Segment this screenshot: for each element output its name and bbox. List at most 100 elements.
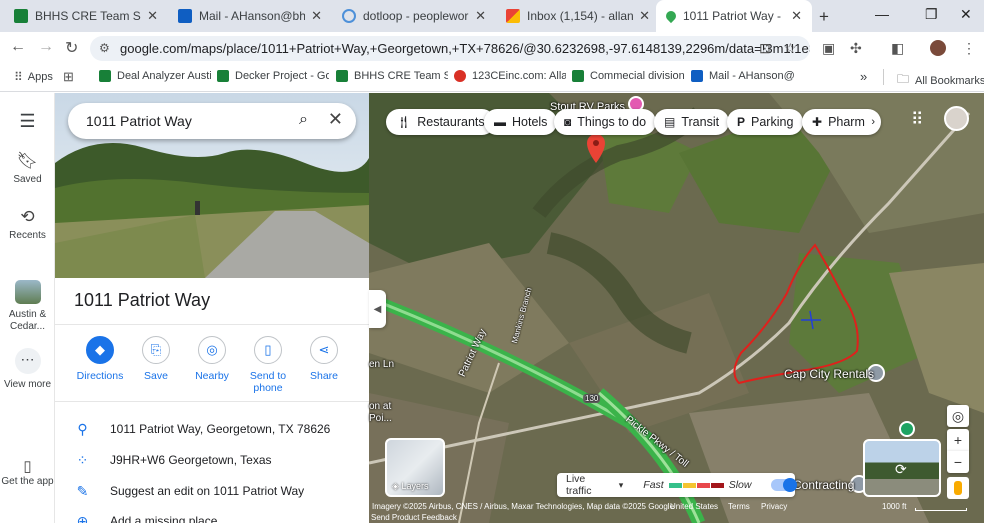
tab-google-maps[interactable]: 1011 Patriot Way - Google ✕ <box>656 0 812 32</box>
suggest-edit-row[interactable]: ✎ Suggest an edit on 1011 Patriot Way <box>55 477 369 505</box>
chip-parking[interactable]: P Parking <box>727 109 804 135</box>
close-tab-icon[interactable]: ✕ <box>791 8 802 24</box>
close-tab-icon[interactable]: ✕ <box>311 8 322 24</box>
browser-menu-icon[interactable]: ⋮ <box>962 40 976 57</box>
privacy-link[interactable]: Privacy <box>761 502 787 511</box>
search-input[interactable]: 1011 Patriot Way <box>86 113 192 129</box>
folder-icon: 🗀 <box>897 72 910 86</box>
send-to-phone-button[interactable]: ▯ Send to phone <box>240 336 296 394</box>
close-window-button[interactable]: ✕ <box>960 6 972 23</box>
sheets-favicon-icon <box>572 70 584 82</box>
extensions-icon[interactable]: ✣ <box>850 40 862 57</box>
rail-view-more[interactable]: ⋯ View more <box>0 348 55 391</box>
search-icon[interactable]: ⌕ <box>299 111 308 129</box>
plus-code-row[interactable]: ⁘ J9HR+W6 Georgetown, Texas <box>55 446 369 474</box>
rail-recents[interactable]: ⟲ Recents <box>0 207 55 241</box>
tab-dotloop[interactable]: dotloop - peoplework, not ✕ <box>332 0 496 32</box>
new-tab-button[interactable]: + <box>819 7 829 27</box>
install-app-icon[interactable]: ⊡ <box>759 40 771 57</box>
send-feedback-link[interactable]: Send Product Feedback <box>371 513 457 522</box>
rail-get-app[interactable]: ▯ Get the app <box>0 459 55 488</box>
pegman-button[interactable] <box>947 477 969 499</box>
chip-pharmacy[interactable]: ✚ Pharm › <box>802 109 881 135</box>
all-bookmarks-button[interactable]: 🗀 All Bookmarks <box>897 70 984 91</box>
zoom-out-button[interactable]: − <box>947 451 969 473</box>
directions-button[interactable]: ◆ Directions <box>72 336 128 382</box>
pegman-icon <box>954 481 962 495</box>
rail-label: Get the app <box>1 476 54 487</box>
chip-things-to-do[interactable]: ◙ Things to do <box>554 109 657 135</box>
profile-avatar[interactable] <box>930 40 946 56</box>
traffic-toggle[interactable] <box>771 478 797 492</box>
tab-bhhs-sales[interactable]: BHHS CRE Team Sales Tra ✕ <box>4 0 168 32</box>
reload-button[interactable]: ↻ <box>65 38 78 58</box>
layers-button[interactable]: ◈ Layers <box>385 438 445 497</box>
restore-button[interactable]: ❐ <box>925 6 938 23</box>
minimize-button[interactable]: — <box>875 6 889 22</box>
map-label[interactable]: Contracting <box>793 478 854 492</box>
bookmark-deal-analyzer[interactable]: Deal Analyzer Austi... <box>99 70 211 82</box>
chip-transit[interactable]: ▤ Transit <box>654 109 730 135</box>
address-bar[interactable]: ⚙ google.com/maps/place/1011+Patriot+Way… <box>90 36 810 61</box>
browser-tab-bar: BHHS CRE Team Sales Tra ✕ Mail - AHanson… <box>0 0 984 32</box>
outlook-favicon-icon <box>691 70 703 82</box>
rail-saved[interactable]: 🔖︎ Saved <box>0 151 55 185</box>
united-states-link[interactable]: United States <box>670 502 718 511</box>
account-avatar[interactable] <box>944 106 969 131</box>
street-view-preview[interactable]: ⟳ <box>863 439 941 497</box>
close-tab-icon[interactable]: ✕ <box>147 8 158 24</box>
back-button[interactable]: ← <box>10 38 26 56</box>
bookmark-bhhs-cre[interactable]: BHHS CRE Team Sal... <box>336 70 448 82</box>
menu-hamburger-icon[interactable]: ☰ <box>0 111 55 132</box>
apps-bookmark[interactable]: ⠿ Apps <box>14 70 53 84</box>
dropdown-arrow-icon[interactable]: ▾ <box>619 480 624 491</box>
address-row[interactable]: ⚲ 1011 Patriot Way, Georgetown, TX 78626 <box>55 415 369 443</box>
chip-hotels[interactable]: ▬ Hotels <box>484 109 558 135</box>
my-location-button[interactable]: ◎ <box>947 405 969 427</box>
side-panel-icon[interactable]: ◧ <box>891 40 904 57</box>
collapse-panel-button[interactable]: ◀ <box>369 290 386 328</box>
tab-mail[interactable]: Mail - AHanson@bhhstx.co ✕ <box>168 0 332 32</box>
tab-gmail[interactable]: Inbox (1,154) - allanwhans ✕ <box>496 0 660 32</box>
chip-label: Parking <box>751 115 794 129</box>
dotloop-favicon-icon <box>342 9 356 23</box>
forward-button[interactable]: → <box>38 38 54 56</box>
live-traffic-dropdown[interactable]: Live traffic <box>566 473 613 497</box>
bookmark-decker-project[interactable]: Decker Project - Go... <box>217 70 329 82</box>
bookmark-label: Deal Analyzer Austi... <box>117 70 211 82</box>
scale-label[interactable]: 1000 ft <box>882 502 906 511</box>
bookmark-mail[interactable]: Mail - AHanson@b... <box>691 70 795 82</box>
map-label[interactable]: Cap City Rentals <box>784 367 874 381</box>
zoom-in-button[interactable]: + <box>947 429 969 451</box>
save-button[interactable]: ⎘ Save <box>128 336 184 382</box>
close-tab-icon[interactable]: ✕ <box>639 8 650 24</box>
bookmark-label: All Bookmarks <box>915 74 984 87</box>
search-box[interactable]: 1011 Patriot Way ⌕ ✕ <box>68 103 356 139</box>
bookmark-commercial-division[interactable]: Commecial division... <box>572 70 684 82</box>
camera-icon: ◙ <box>564 115 572 129</box>
bookmarks-overflow-button[interactable]: » <box>860 69 867 84</box>
suggest-edit-text: Suggest an edit on 1011 Patriot Way <box>110 484 305 498</box>
nearby-button[interactable]: ◎ Nearby <box>184 336 240 382</box>
close-icon[interactable]: ✕ <box>328 109 343 130</box>
tab-search-icon[interactable]: ▣ <box>822 40 835 57</box>
plus-code-text: J9HR+W6 Georgetown, Texas <box>110 453 272 467</box>
map-label: en Ln <box>369 359 395 370</box>
chevron-right-icon[interactable]: › <box>871 116 875 128</box>
place-panel: 1011 Patriot Way ◆ Directions ⎘ Save ◎ N… <box>55 93 369 523</box>
add-missing-place-row[interactable]: ⊕ Add a missing place <box>55 507 369 523</box>
share-button[interactable]: ⋖ Share <box>296 336 352 382</box>
chip-restaurants[interactable]: 🍴︎ Restaurants <box>386 109 495 135</box>
rail-label: View more <box>3 379 52 390</box>
terms-link[interactable]: Terms <box>728 502 750 511</box>
rail-recent-place[interactable]: Austin & Cedar... <box>0 280 55 333</box>
tab-title: 1011 Patriot Way - Google <box>683 9 785 23</box>
pharmacy-icon: ✚ <box>812 115 823 129</box>
close-tab-icon[interactable]: ✕ <box>475 8 486 24</box>
restaurant-icon: 🍴︎ <box>396 115 412 129</box>
bookmark-123ceinc[interactable]: 123CEinc.com: Allan... <box>454 70 566 82</box>
tab-groups-icon[interactable]: ⊞ <box>63 69 74 85</box>
google-apps-icon[interactable]: ⠿ <box>911 110 923 130</box>
site-info-icon[interactable]: ⚙ <box>99 41 110 55</box>
bookmark-star-icon[interactable]: ☆ <box>784 40 797 57</box>
